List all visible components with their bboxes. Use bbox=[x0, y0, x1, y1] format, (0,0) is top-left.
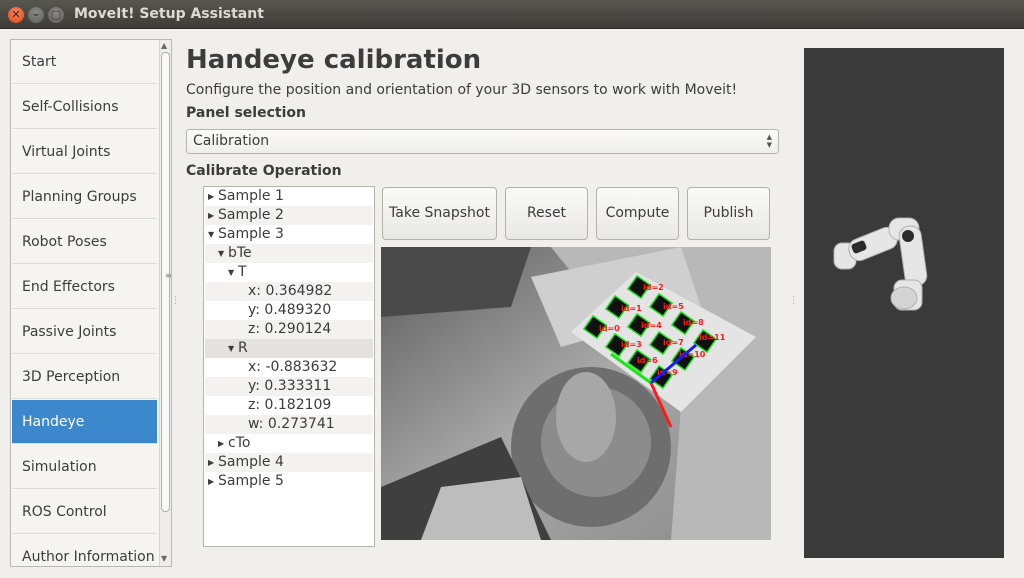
tree-row[interactable]: ▼ T bbox=[205, 263, 373, 282]
tree-row[interactable]: x: -0.883632 bbox=[205, 358, 373, 377]
take-snapshot-button[interactable]: Take Snapshot bbox=[382, 187, 497, 240]
sidebar-item-passive-joints[interactable]: Passive Joints bbox=[12, 310, 157, 354]
sidebar-scrollbar[interactable]: ▲ ≡ ▼ bbox=[159, 40, 171, 566]
marker-label: id=11 bbox=[699, 333, 726, 342]
sidebar-item-planning-groups[interactable]: Planning Groups bbox=[12, 175, 157, 219]
collapse-icon[interactable]: ▼ bbox=[228, 339, 238, 358]
sidebar-item-handeye-calibration[interactable]: Handeye Calibration bbox=[12, 400, 157, 474]
expand-icon[interactable]: ▶ bbox=[208, 187, 218, 206]
scroll-up-icon[interactable]: ▲ bbox=[161, 41, 167, 50]
sidebar-item-end-effectors[interactable]: End Effectors bbox=[12, 265, 157, 309]
collapse-icon[interactable]: ▼ bbox=[218, 244, 228, 263]
tree-row[interactable]: ▼ R bbox=[205, 339, 373, 358]
splitter-handle-icon[interactable]: ⋮ bbox=[789, 296, 798, 306]
splitter-handle-icon[interactable]: ⋮ bbox=[171, 296, 180, 306]
grip-icon: ≡ bbox=[165, 271, 172, 280]
expand-icon[interactable]: ▶ bbox=[208, 206, 218, 225]
tree-row[interactable]: w: 0.273741 bbox=[205, 415, 373, 434]
sample-tree[interactable]: ▶ Sample 1 ▶ Sample 2 ▼ Sample 3 ▼ bTe ▼ T x:… bbox=[203, 186, 375, 547]
robot-3d-view[interactable] bbox=[804, 48, 1004, 558]
tree-row[interactable]: ▶ Sample 1 bbox=[205, 187, 373, 206]
tree-row[interactable]: y: 0.489320 bbox=[205, 301, 373, 320]
sidebar-item-author-information[interactable]: Author Information bbox=[12, 535, 157, 566]
marker-label: id=8 bbox=[683, 318, 704, 327]
panel-selection-dropdown[interactable]: Calibration ▲ ▼ bbox=[186, 129, 779, 154]
marker-label: id=3 bbox=[621, 340, 642, 349]
close-window-button[interactable]: ✕ bbox=[8, 7, 24, 23]
tree-row[interactable]: x: 0.364982 bbox=[205, 282, 373, 301]
marker-label: id=5 bbox=[663, 302, 684, 311]
marker-label: id=1 bbox=[621, 304, 642, 313]
tree-row[interactable]: ▶ Sample 5 bbox=[205, 472, 373, 491]
camera-scene: id=2 id=5 id=1 id=4 id=8 id=0 id=7 id=11… bbox=[381, 247, 771, 540]
dropdown-arrows-icon: ▲ ▼ bbox=[766, 133, 772, 149]
minimize-icon: – bbox=[33, 8, 39, 21]
calibrate-operation-label: Calibrate Operation bbox=[186, 163, 342, 179]
camera-image: id=2 id=5 id=1 id=4 id=8 id=0 id=7 id=11… bbox=[381, 247, 771, 540]
tree-row[interactable]: y: 0.333311 bbox=[205, 377, 373, 396]
maximize-window-button[interactable]: ▢ bbox=[48, 7, 64, 23]
window-title: MoveIt! Setup Assistant bbox=[74, 6, 264, 22]
page-title: Handeye calibration bbox=[186, 45, 482, 75]
compute-button[interactable]: Compute bbox=[596, 187, 679, 240]
sidebar-item-ros-control[interactable]: ROS Control bbox=[12, 490, 157, 534]
page-description: Configure the position and orientation o… bbox=[186, 82, 738, 98]
sidebar-item-self-collisions[interactable]: Self-Collisions bbox=[12, 85, 157, 129]
collapse-icon[interactable]: ▼ bbox=[208, 225, 218, 244]
sidebar-item-start[interactable]: Start bbox=[12, 40, 157, 84]
panel-selection-label: Panel selection bbox=[186, 105, 306, 121]
expand-icon[interactable]: ▶ bbox=[218, 434, 228, 453]
maximize-icon: ▢ bbox=[50, 8, 62, 21]
sidebar-item-robot-poses[interactable]: Robot Poses bbox=[12, 220, 157, 264]
minimize-window-button[interactable]: – bbox=[28, 7, 44, 23]
marker-label: id=7 bbox=[663, 338, 684, 347]
collapse-icon[interactable]: ▼ bbox=[228, 263, 238, 282]
marker-label: id=2 bbox=[643, 283, 664, 292]
marker-label: id=0 bbox=[599, 324, 620, 333]
sidebar-item-virtual-joints[interactable]: Virtual Joints bbox=[12, 130, 157, 174]
tree-row[interactable]: ▶ cTo bbox=[205, 434, 373, 453]
scrollbar-thumb[interactable]: ≡ bbox=[161, 52, 172, 512]
sidebar-item-simulation[interactable]: Simulation bbox=[12, 445, 157, 489]
tree-row[interactable]: ▼ Sample 3 bbox=[205, 225, 373, 244]
tree-row[interactable]: z: 0.182109 bbox=[205, 396, 373, 415]
scroll-down-icon[interactable]: ▼ bbox=[161, 554, 167, 563]
publish-button[interactable]: Publish bbox=[687, 187, 770, 240]
panel-selection-value: Calibration bbox=[193, 133, 270, 149]
title-bar: ✕ – ▢ MoveIt! Setup Assistant bbox=[0, 0, 1024, 29]
sidebar-item-3d-perception[interactable]: 3D Perception bbox=[12, 355, 157, 399]
tree-row[interactable]: ▼ bTe bbox=[205, 244, 373, 263]
robot-model-icon bbox=[833, 217, 928, 311]
tree-row[interactable]: ▶ Sample 4 bbox=[205, 453, 373, 472]
expand-icon[interactable]: ▶ bbox=[208, 453, 218, 472]
tree-row[interactable]: z: 0.290124 bbox=[205, 320, 373, 339]
reset-button[interactable]: Reset bbox=[505, 187, 588, 240]
marker-label: id=6 bbox=[637, 356, 658, 365]
marker-label: id=4 bbox=[641, 321, 662, 330]
sidebar-nav: Start Self-Collisions Virtual Joints Pla… bbox=[10, 39, 172, 567]
close-icon: ✕ bbox=[11, 8, 21, 21]
expand-icon[interactable]: ▶ bbox=[208, 472, 218, 491]
tree-row[interactable]: ▶ Sample 2 bbox=[205, 206, 373, 225]
